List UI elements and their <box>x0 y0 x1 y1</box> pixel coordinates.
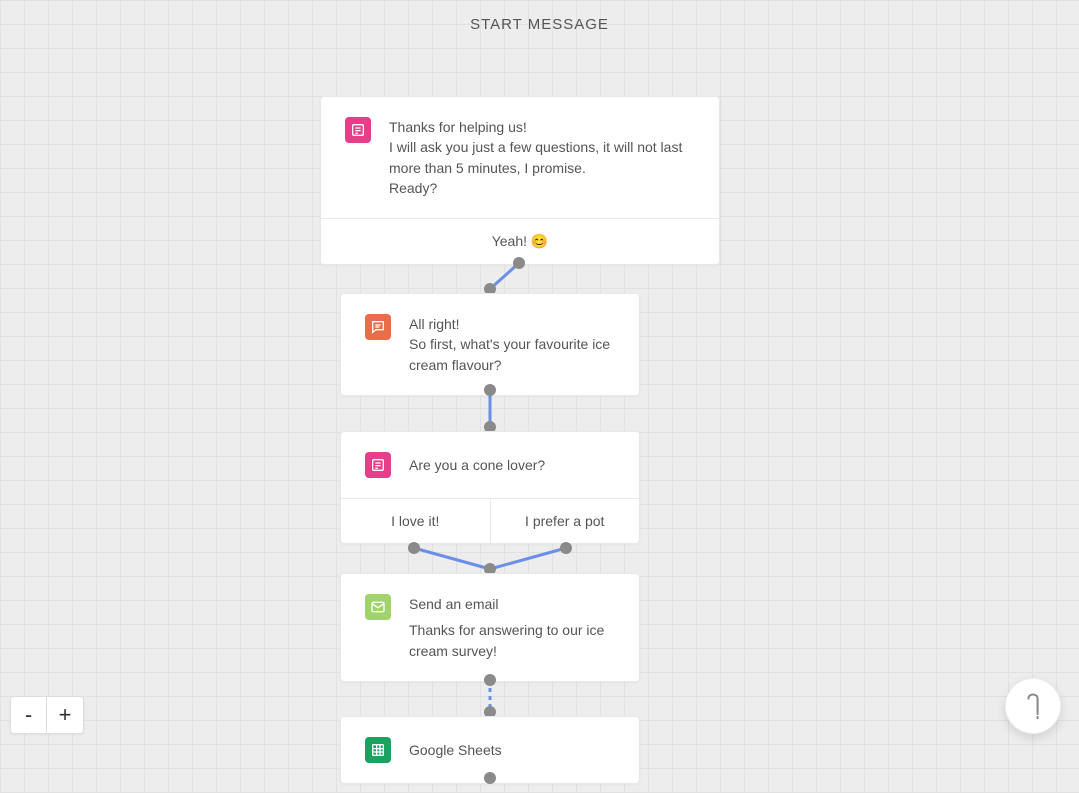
node-question-cone[interactable]: Are you a cone lover? I love it! I prefe… <box>340 431 640 544</box>
port-out[interactable] <box>484 384 496 396</box>
flow-canvas[interactable]: Thanks for helping us! I will ask you ju… <box>0 45 1079 793</box>
sheets-icon <box>365 737 391 763</box>
chat-icon <box>365 314 391 340</box>
candy-cane-icon <box>1022 690 1044 723</box>
port-out[interactable] <box>408 542 420 554</box>
zoom-controls: - + <box>10 696 84 734</box>
page-title: START MESSAGE <box>0 0 1079 45</box>
node-intro-text: Thanks for helping us! I will ask you ju… <box>389 117 695 198</box>
email-icon <box>365 594 391 620</box>
node-question-flavour-text: All right! So first, what's your favouri… <box>409 314 615 375</box>
port-out[interactable] <box>560 542 572 554</box>
port-out[interactable] <box>484 674 496 686</box>
node-question-cone-text: Are you a cone lover? <box>409 455 545 475</box>
node-google-sheets-label: Google Sheets <box>409 740 502 760</box>
option-prefer-pot[interactable]: I prefer a pot <box>491 499 640 543</box>
zoom-out-button[interactable]: - <box>11 697 47 733</box>
form-icon <box>365 452 391 478</box>
port-out[interactable] <box>484 772 496 784</box>
form-icon <box>345 117 371 143</box>
node-send-email-text: Send an email Thanks for answering to ou… <box>409 594 615 661</box>
node-send-email[interactable]: Send an email Thanks for answering to ou… <box>340 573 640 682</box>
help-button[interactable] <box>1005 678 1061 734</box>
node-question-flavour[interactable]: All right! So first, what's your favouri… <box>340 293 640 396</box>
zoom-in-button[interactable]: + <box>47 697 83 733</box>
node-intro[interactable]: Thanks for helping us! I will ask you ju… <box>320 96 720 265</box>
port-out[interactable] <box>513 257 525 269</box>
option-love-it[interactable]: I love it! <box>341 499 491 543</box>
